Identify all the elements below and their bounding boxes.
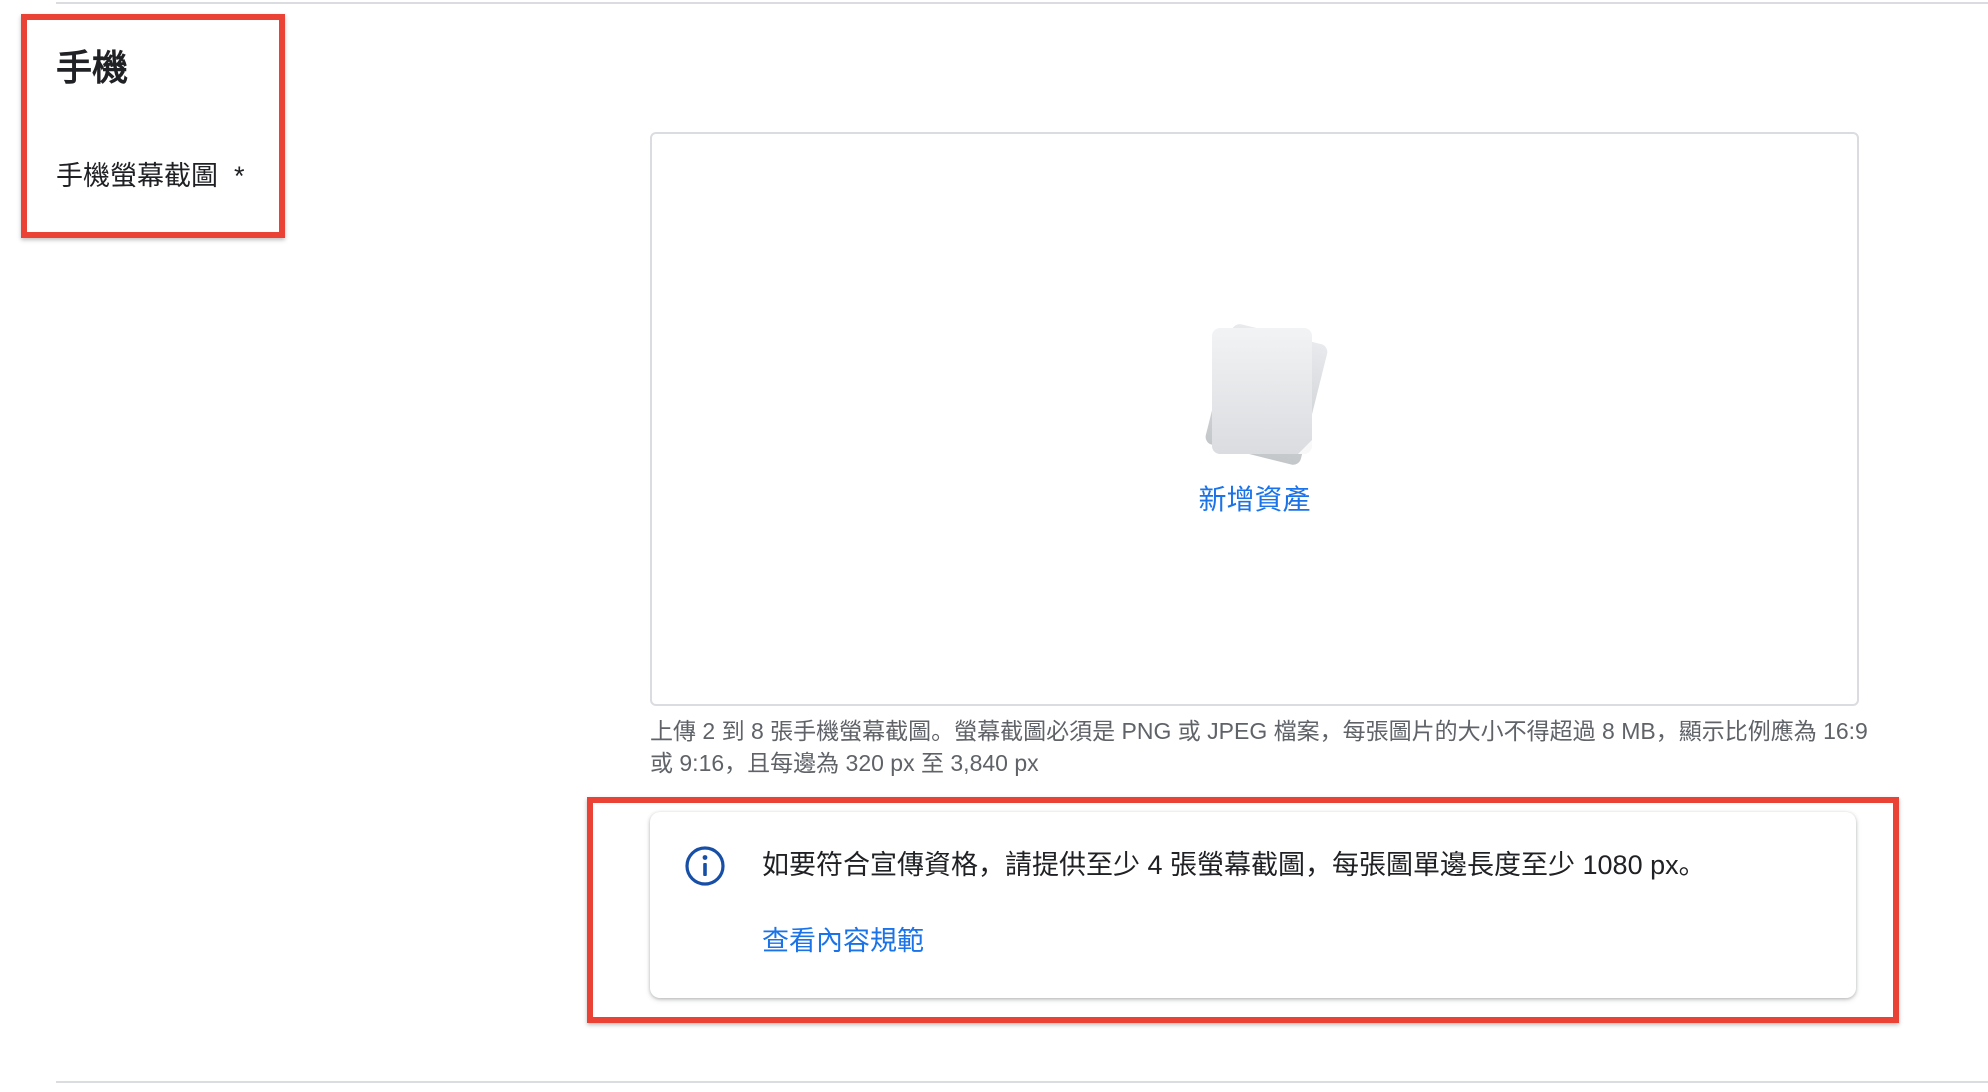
highlight-box-info-card [587,797,1899,1023]
bottom-divider [56,1081,1988,1083]
add-asset-button[interactable]: 新增資產 [652,482,1857,518]
upload-dropzone[interactable]: 新增資產 [650,132,1859,706]
upload-helper-text: 上傳 2 到 8 張手機螢幕截圖。螢幕截圖必須是 PNG 或 JPEG 檔案，每… [650,718,1868,776]
image-asset-icon [1205,324,1328,465]
highlight-box-section-header [21,14,285,238]
page: 手機 手機螢幕截圖 * 新增資產 上傳 2 到 8 張手機螢幕截圖。螢幕截圖必須… [0,0,1988,1092]
top-divider [56,2,1988,4]
